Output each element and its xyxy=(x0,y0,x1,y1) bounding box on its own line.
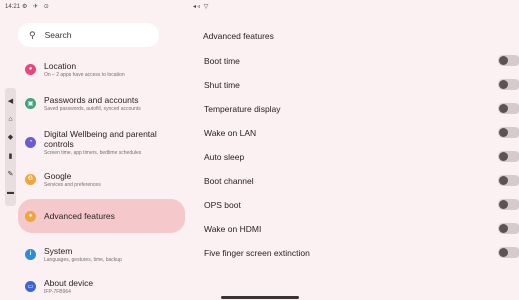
settings-item-advanced-features[interactable]: ● Advanced features xyxy=(18,199,185,233)
option-label: Auto sleep xyxy=(204,151,245,162)
toggle-switch[interactable] xyxy=(498,79,519,90)
settings-item-title: Advanced features xyxy=(44,211,115,221)
key-icon: ▣ xyxy=(25,97,36,109)
toggle-switch[interactable] xyxy=(498,199,519,210)
settings-item-title: Passwords and accounts xyxy=(44,94,139,105)
toggle-knob xyxy=(499,80,508,89)
home-icon[interactable]: ⌂ xyxy=(8,116,12,123)
settings-item-about-device[interactable]: ▭ About device IFP-7FB964 xyxy=(18,273,185,299)
option-row-temperature-display[interactable]: Temperature display xyxy=(193,97,519,120)
settings-item-subtitle: Screen time, app timers, bedtime schedul… xyxy=(44,149,142,156)
option-row-boot-channel[interactable]: Boot channel xyxy=(193,169,519,192)
wellbeing-icon: ◔ xyxy=(25,136,36,148)
info-icon: i xyxy=(25,248,36,260)
settings-item-system[interactable]: i System Languages, gestures, time, back… xyxy=(18,241,185,267)
option-label: Wake on HDMI xyxy=(204,223,262,234)
option-label: Five finger screen extinction xyxy=(204,247,310,258)
side-nav-rail: ◀ ⌂ ◆ ▮ ✎ ▬ xyxy=(5,88,16,206)
settings-item-subtitle: Services and preferences xyxy=(44,181,101,188)
option-row-auto-sleep[interactable]: Auto sleep xyxy=(193,145,519,168)
option-label: Wake on LAN xyxy=(204,127,257,138)
option-row-boot-time[interactable]: Boot time xyxy=(193,49,519,72)
toggle-switch[interactable] xyxy=(498,103,519,114)
toggle-knob xyxy=(499,128,508,137)
option-row-five-finger-extinction[interactable]: Five finger screen extinction xyxy=(193,241,519,264)
option-row-shut-time[interactable]: Shut time xyxy=(193,73,519,96)
settings-item-title: Digital Wellbeing and parental controls xyxy=(44,128,157,149)
settings-item-digital-wellbeing[interactable]: ◔ Digital Wellbeing and parental control… xyxy=(18,124,185,160)
option-row-ops-boot[interactable]: OPS boot xyxy=(193,193,519,216)
option-label: Shut time xyxy=(204,79,240,90)
device-icon: ▭ xyxy=(25,280,36,292)
settings-item-title: Google xyxy=(44,170,72,181)
settings-list: ⚲ Search ● Location On – 2 apps have acc… xyxy=(18,0,188,300)
panel-header: Advanced features xyxy=(203,31,274,41)
advanced-features-panel: Advanced features Boot time Shut time Te… xyxy=(193,23,519,300)
edit-icon[interactable]: ✎ xyxy=(8,171,14,178)
toggle-switch[interactable] xyxy=(498,151,519,162)
toggle-knob xyxy=(499,224,508,233)
advanced-features-icon: ● xyxy=(25,210,36,222)
search-bar[interactable]: ⚲ Search xyxy=(18,23,159,47)
settings-item-subtitle: Languages, gestures, time, backup xyxy=(44,256,122,263)
phone-icon[interactable]: ▮ xyxy=(9,153,13,160)
toggle-knob xyxy=(499,176,508,185)
toggle-switch[interactable] xyxy=(498,55,519,66)
google-icon: G xyxy=(25,173,36,185)
toggle-switch[interactable] xyxy=(498,175,519,186)
option-label: OPS boot xyxy=(204,199,241,210)
option-label: Temperature display xyxy=(204,103,281,114)
toggle-switch[interactable] xyxy=(498,223,519,234)
toggle-knob xyxy=(499,200,508,209)
toggle-knob xyxy=(499,152,508,161)
settings-item-title: Location xyxy=(44,60,77,71)
option-label: Boot time xyxy=(204,55,240,66)
settings-item-passwords[interactable]: ▣ Passwords and accounts Saved passwords… xyxy=(18,90,185,116)
option-row-wake-on-hdmi[interactable]: Wake on HDMI xyxy=(193,217,519,240)
settings-item-location[interactable]: ● Location On – 2 apps have access to lo… xyxy=(18,56,185,82)
toggle-knob xyxy=(499,104,508,113)
search-placeholder: Search xyxy=(44,30,72,40)
toggle-knob xyxy=(499,248,508,257)
option-row-wake-on-lan[interactable]: Wake on LAN xyxy=(193,121,519,144)
location-icon: ● xyxy=(25,63,36,75)
settings-item-title: About device xyxy=(44,277,94,288)
toggle-knob xyxy=(499,56,508,65)
gesture-nav-handle[interactable] xyxy=(221,296,299,299)
settings-item-subtitle: IFP-7FB964 xyxy=(44,288,71,295)
settings-item-title: System xyxy=(44,245,73,256)
settings-item-google[interactable]: G Google Services and preferences xyxy=(18,166,185,192)
toggle-switch[interactable] xyxy=(498,127,519,138)
layers-icon[interactable]: ◆ xyxy=(8,134,13,141)
settings-item-subtitle: On – 2 apps have access to location xyxy=(44,71,125,78)
settings-item-subtitle: Saved passwords, autofill, synced accoun… xyxy=(44,105,141,112)
back-arrow-icon[interactable]: ◀ xyxy=(8,98,13,105)
toggle-switch[interactable] xyxy=(498,247,519,258)
briefcase-icon[interactable]: ▬ xyxy=(7,189,14,196)
option-label: Boot channel xyxy=(204,175,254,186)
search-icon: ⚲ xyxy=(29,29,36,40)
